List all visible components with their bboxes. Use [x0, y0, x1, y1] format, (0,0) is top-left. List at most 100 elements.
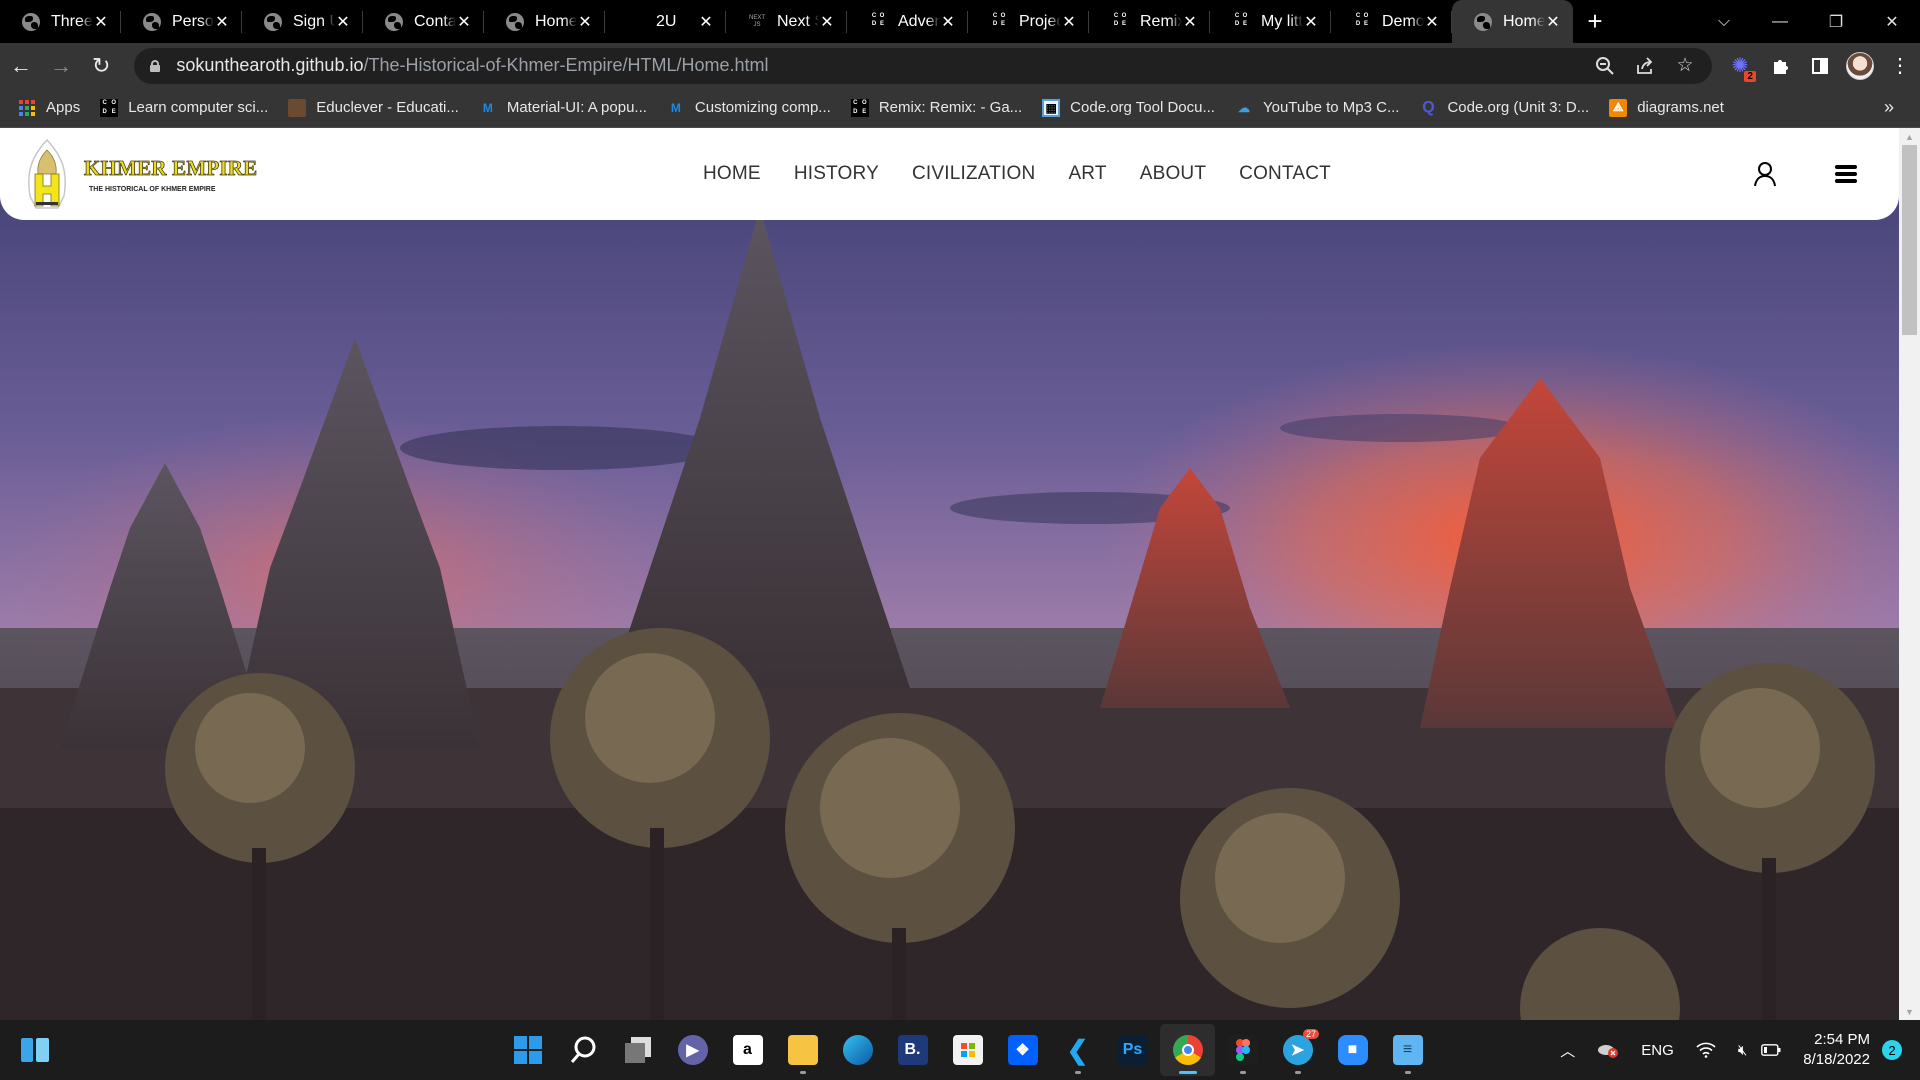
taskbar-zoom[interactable]: ■ — [1325, 1024, 1380, 1076]
bookmark-label: diagrams.net — [1637, 99, 1724, 116]
taskbar-vscode[interactable]: ❮ — [1050, 1024, 1105, 1076]
lock-icon[interactable] — [150, 59, 161, 72]
clock[interactable]: 2:54 PM 8/18/2022 — [1803, 1030, 1870, 1070]
taskbar-telegram[interactable]: ➤ 27 — [1270, 1024, 1325, 1076]
tab-close-icon[interactable]: ✕ — [214, 12, 230, 32]
user-icon[interactable] — [1753, 161, 1777, 187]
scroll-down-arrow-icon[interactable]: ▼ — [1899, 1003, 1920, 1020]
extension-sparkle-icon[interactable]: ✺ 2 — [1720, 48, 1760, 84]
forward-button[interactable]: → — [42, 48, 80, 84]
tab-close-icon[interactable]: ✕ — [940, 12, 956, 32]
taskbar-dropbox[interactable]: ❖ — [995, 1024, 1050, 1076]
bookmark-item[interactable]: ▦ Code.org Tool Docu... — [1042, 98, 1215, 117]
battery-icon[interactable] — [1761, 1044, 1781, 1056]
tab-close-icon[interactable]: ✕ — [93, 12, 109, 32]
tab-close-icon[interactable]: ✕ — [335, 12, 351, 32]
nav-about[interactable]: ABOUT — [1140, 163, 1206, 185]
wifi-icon[interactable] — [1696, 1042, 1716, 1058]
tab-close-icon[interactable]: ✕ — [1303, 12, 1319, 32]
bookmark-item[interactable]: C O D E Remix: Remix: - Ga... — [850, 98, 1022, 117]
browser-tab[interactable]: C O D E Projec ✕ — [968, 0, 1089, 43]
nav-contact[interactable]: CONTACT — [1239, 163, 1331, 185]
bookmark-item[interactable]: ⟁ diagrams.net — [1609, 98, 1724, 117]
tab-close-icon[interactable]: ✕ — [1061, 12, 1077, 32]
start-button[interactable] — [500, 1024, 555, 1076]
browser-tab[interactable]: C O D E Demo ✕ — [1331, 0, 1452, 43]
back-button[interactable]: ← — [2, 48, 40, 84]
browser-tab[interactable]: Conta ✕ — [363, 0, 484, 43]
bookmark-item[interactable]: Educlever - Educati... — [288, 98, 459, 117]
taskbar-ms-store[interactable] — [940, 1024, 995, 1076]
notification-badge[interactable]: 2 — [1882, 1040, 1902, 1060]
close-window-button[interactable]: ✕ — [1864, 0, 1920, 43]
taskbar-amazon[interactable]: a — [720, 1024, 775, 1076]
zoom-out-icon[interactable] — [1588, 49, 1622, 83]
tab-close-icon[interactable]: ✕ — [1424, 12, 1440, 32]
scrollbar-thumb[interactable] — [1902, 145, 1917, 335]
bookmark-item[interactable]: C O D E Learn computer sci... — [100, 98, 268, 117]
browser-tab[interactable]: Home ✕ — [484, 0, 605, 43]
tab-close-icon[interactable]: ✕ — [577, 12, 593, 32]
tab-close-icon[interactable]: ✕ — [1545, 12, 1561, 32]
browser-tab[interactable]: Three ✕ — [0, 0, 121, 43]
taskbar-photoshop[interactable]: Ps — [1105, 1024, 1160, 1076]
tab-close-icon[interactable]: ✕ — [1182, 12, 1198, 32]
minimize-button[interactable]: — — [1752, 0, 1808, 43]
folder-icon — [787, 1035, 818, 1065]
show-hidden-icons-chevron-icon[interactable]: ︿ — [1560, 1040, 1575, 1061]
address-bar[interactable]: sokunthearoth.github.io/The-Historical-o… — [134, 47, 1712, 84]
share-icon[interactable] — [1628, 49, 1662, 83]
bookmark-item[interactable]: Apps — [18, 99, 80, 117]
bookmark-item[interactable]: M Customizing comp... — [667, 99, 831, 117]
taskbar-notepad[interactable]: ≡ — [1380, 1024, 1435, 1076]
browser-tab[interactable]: C O D E Remix ✕ — [1089, 0, 1210, 43]
new-tab-button[interactable]: + — [1573, 0, 1617, 43]
hamburger-menu-icon[interactable] — [1835, 165, 1857, 183]
bookmark-item[interactable]: M Material-UI: A popu... — [479, 99, 647, 117]
bookmarks-overflow-button[interactable]: » — [1884, 97, 1894, 118]
profile-avatar[interactable] — [1840, 48, 1880, 84]
site-logo[interactable]: KHMER EMPIRE THE HISTORICAL OF KHMER EMP… — [22, 136, 258, 212]
side-panel-icon[interactable] — [1800, 48, 1840, 84]
language-indicator[interactable]: ENG — [1641, 1042, 1674, 1059]
browser-tab[interactable]: C O D E My littl ✕ — [1210, 0, 1331, 43]
logo-title: KHMER EMPIRE — [84, 155, 258, 180]
bookmark-item[interactable]: ☁ YouTube to Mp3 C... — [1235, 99, 1399, 117]
taskbar-search[interactable] — [555, 1024, 610, 1076]
page-scrollbar[interactable]: ▲ ▼ — [1899, 128, 1920, 1020]
tab-close-icon[interactable]: ✕ — [819, 12, 835, 32]
browser-tab[interactable]: Person✕ — [121, 0, 242, 43]
nav-art[interactable]: ART — [1068, 163, 1106, 185]
browser-tab[interactable]: NEXTJS Next S✕ — [726, 0, 847, 43]
browser-menu-icon[interactable]: ⋮ — [1880, 48, 1920, 84]
taskbar-chrome[interactable] — [1160, 1024, 1215, 1076]
browser-tab[interactable]: 2U ✕ — [605, 0, 726, 43]
browser-tab[interactable]: C O D E Adven ✕ — [847, 0, 968, 43]
browser-tab[interactable]: Sign U✕ — [242, 0, 363, 43]
reload-button[interactable]: ↻ — [82, 48, 120, 84]
tab-close-icon[interactable]: ✕ — [698, 12, 714, 32]
browser-tab[interactable]: Home ✕ — [1452, 0, 1573, 43]
taskbar-task-view[interactable] — [610, 1024, 665, 1076]
omnibox-actions: ☆ — [1588, 49, 1712, 83]
tab-close-icon[interactable]: ✕ — [456, 12, 472, 32]
tab-title: Next S — [777, 12, 819, 30]
volume-muted-icon[interactable]: 🔇︎ — [1738, 1042, 1747, 1059]
extensions-puzzle-icon[interactable] — [1760, 48, 1800, 84]
scroll-up-arrow-icon[interactable]: ▲ — [1899, 128, 1920, 145]
taskbar-booking[interactable]: B. — [885, 1024, 940, 1076]
nav-civilization[interactable]: CIVILIZATION — [912, 163, 1035, 185]
widgets-icon[interactable] — [20, 1037, 50, 1063]
tab-search-chevron-icon[interactable]: ⌵ — [1696, 0, 1752, 43]
taskbar-file-explorer[interactable] — [775, 1024, 830, 1076]
taskbar-teams[interactable]: ▶ — [665, 1024, 720, 1076]
onedrive-error-icon[interactable] — [1597, 1041, 1619, 1059]
bookmark-item[interactable]: Q Code.org (Unit 3: D... — [1419, 99, 1589, 117]
bookmark-star-icon[interactable]: ☆ — [1668, 49, 1702, 83]
restore-button[interactable]: ❐ — [1808, 0, 1864, 43]
taskbar-edge[interactable] — [830, 1024, 885, 1076]
nav-home[interactable]: HOME — [703, 163, 761, 185]
taskbar-figma[interactable] — [1215, 1024, 1270, 1076]
nav-history[interactable]: HISTORY — [794, 163, 879, 185]
url-text[interactable]: sokunthearoth.github.io/The-Historical-o… — [176, 55, 768, 76]
